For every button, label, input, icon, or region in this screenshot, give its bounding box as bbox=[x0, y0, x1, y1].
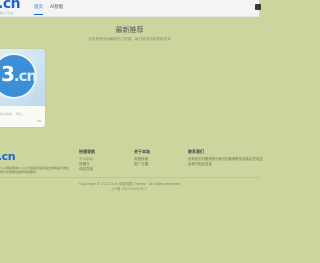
footer-logo[interactable]: .cn bbox=[0, 151, 16, 162]
footer-link-site-nav[interactable]: 网站导航 bbox=[79, 167, 95, 172]
footer-divider bbox=[0, 177, 259, 178]
section-subtitle: 为您推荐全网最新热门资源，每日精选持续更新收录 bbox=[88, 37, 171, 41]
icp-record[interactable]: ICP备 2023XXXXX号-1 bbox=[0, 186, 259, 191]
nav-ai[interactable]: AI智能 bbox=[50, 4, 63, 10]
footer-column-title: 关于本站 bbox=[134, 149, 150, 154]
card-logo-tld: .cn bbox=[13, 67, 37, 85]
site-logo[interactable]: .cn bbox=[0, 0, 21, 11]
card-caption[interactable]: 提交收录… 网址… bbox=[0, 112, 25, 116]
recommend-card[interactable]: 3.cn 提交收录… 网址… 96 bbox=[0, 49, 45, 127]
card-thumbnail[interactable]: 3.cn bbox=[0, 49, 45, 106]
footer-column-title: 快速导航 bbox=[79, 149, 95, 154]
card-view-count: 96 bbox=[37, 119, 41, 123]
header: .cn 网 址 导 航 首页 AI智能 bbox=[0, 0, 261, 17]
nav-home[interactable]: 首页 bbox=[34, 4, 43, 10]
section-title: 最新推荐 bbox=[115, 26, 144, 34]
footer-contact-text: 如有相关问题请您与我们的客服联系或者由您发送给我们相应信息 bbox=[188, 157, 263, 166]
nav-active-indicator bbox=[34, 14, 43, 15]
footer-column-about: 关于本站 常规使用 推广位置 bbox=[134, 149, 150, 167]
site-logo-subtitle: 网 址 导 航 bbox=[0, 12, 13, 15]
card-logo-text: 3.cn bbox=[1, 62, 37, 86]
footer-column-contact: 联系我们 如有相关问题请您与我们的客服联系或者由您发送给我们相应信息 bbox=[188, 149, 264, 166]
footer-column-quick-nav: 快速导航 个人中心 投稿文 网站导航 bbox=[79, 149, 95, 172]
footer-description: 3.cn网站导航(3.cn)为您提供最新最全的网站分类目录与优质网址推荐导航服务 bbox=[0, 166, 70, 175]
footer-link-promo[interactable]: 推广位置 bbox=[134, 162, 150, 167]
footer-column-title: 联系我们 bbox=[188, 149, 204, 154]
card-logo-main: 3 bbox=[1, 62, 15, 86]
user-menu-icon[interactable] bbox=[255, 4, 261, 10]
